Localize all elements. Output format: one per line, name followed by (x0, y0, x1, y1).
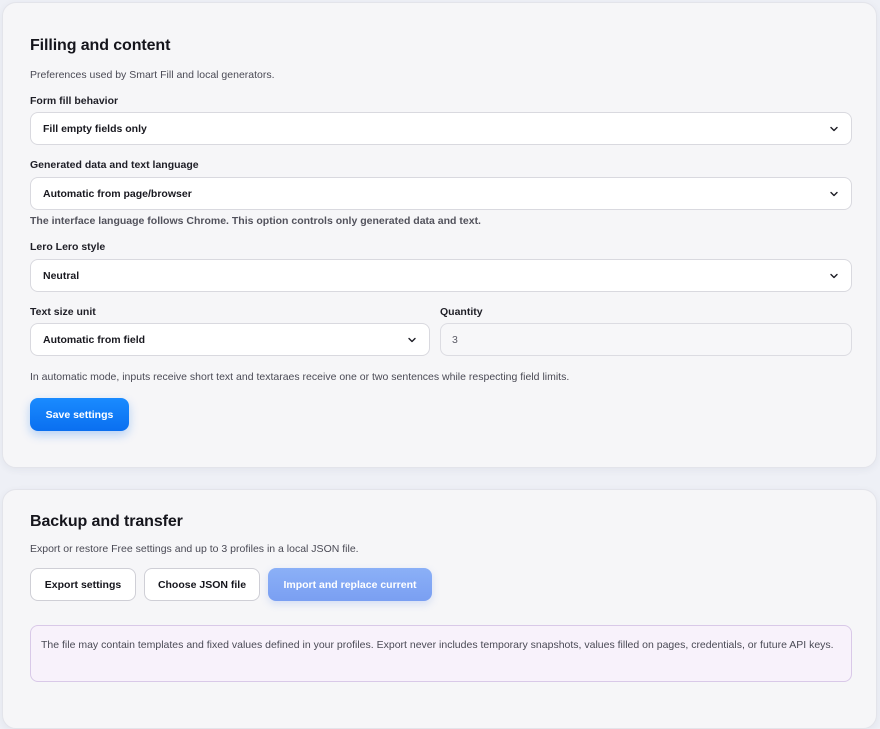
filling-content-card: Filling and content Preferences used by … (2, 2, 877, 468)
language-select[interactable]: Automatic from page/browser (30, 177, 852, 210)
language-label: Generated data and text language (30, 159, 199, 171)
automatic-mode-hint: In automatic mode, inputs receive short … (30, 371, 570, 383)
backup-transfer-subtitle: Export or restore Free settings and up t… (30, 543, 359, 555)
form-fill-behavior-label: Form fill behavior (30, 95, 119, 107)
quantity-input[interactable]: 3 (440, 323, 852, 356)
import-replace-button[interactable]: Import and replace current (268, 568, 432, 601)
backup-transfer-card: Backup and transfer Export or restore Fr… (2, 489, 877, 729)
chevron-down-icon (829, 189, 839, 199)
filling-content-title: Filling and content (30, 37, 171, 54)
choose-json-file-button[interactable]: Choose JSON file (144, 568, 260, 601)
text-size-unit-label: Text size unit (30, 306, 96, 318)
chevron-down-icon (829, 124, 839, 134)
language-value: Automatic from page/browser (43, 187, 192, 200)
language-hint: The interface language follows Chrome. T… (30, 215, 481, 227)
lero-lero-style-select[interactable]: Neutral (30, 259, 852, 292)
filling-content-subtitle: Preferences used by Smart Fill and local… (30, 69, 275, 81)
form-fill-behavior-select[interactable]: Fill empty fields only (30, 112, 852, 145)
quantity-value: 3 (452, 333, 458, 346)
lero-lero-style-label: Lero Lero style (30, 241, 106, 253)
text-size-unit-value: Automatic from field (43, 333, 146, 346)
export-notice: The file may contain templates and fixed… (30, 625, 852, 682)
save-settings-button[interactable]: Save settings (30, 398, 129, 431)
lero-lero-style-value: Neutral (43, 269, 80, 282)
export-settings-button[interactable]: Export settings (30, 568, 136, 601)
chevron-down-icon (407, 335, 417, 345)
form-fill-behavior-value: Fill empty fields only (43, 122, 147, 135)
quantity-label: Quantity (440, 306, 483, 318)
backup-transfer-title: Backup and transfer (30, 513, 183, 530)
chevron-down-icon (829, 271, 839, 281)
text-size-unit-select[interactable]: Automatic from field (30, 323, 430, 356)
